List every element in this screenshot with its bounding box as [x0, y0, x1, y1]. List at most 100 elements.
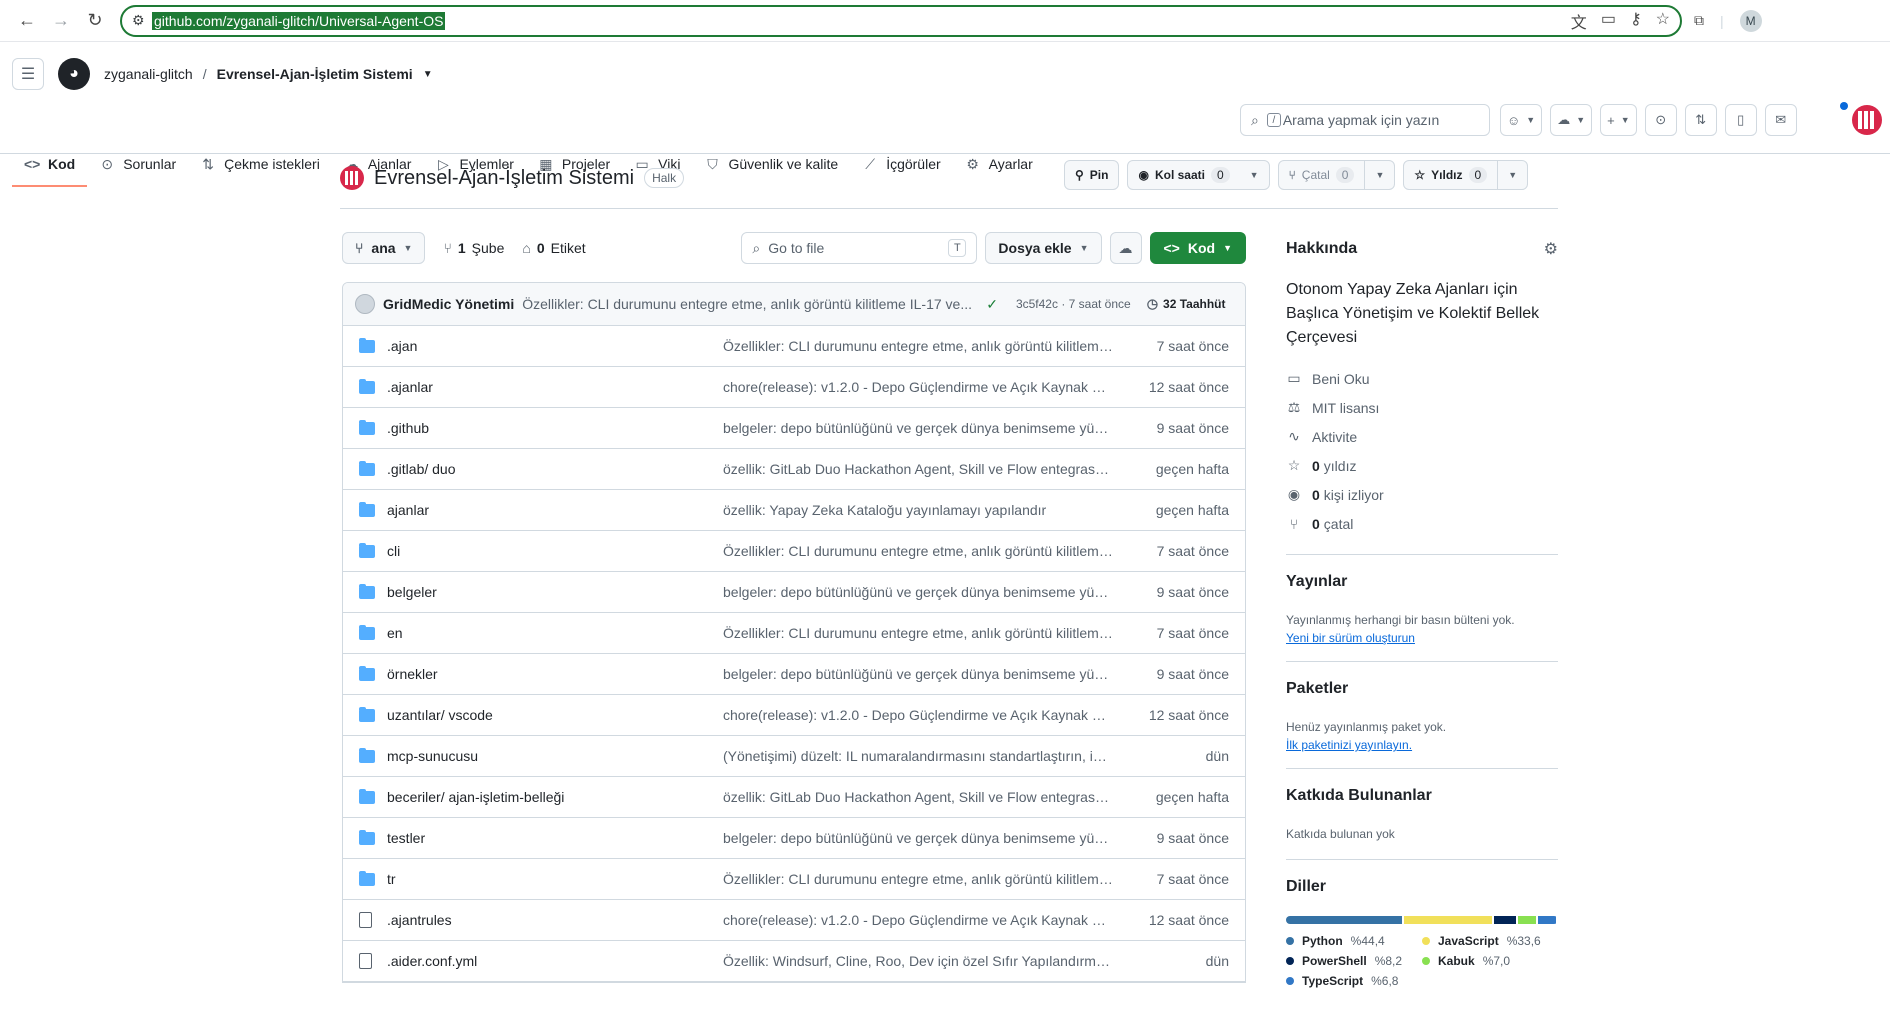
file-row[interactable]: .ajanlar chore(release): v1.2.0 - Depo Gü… [343, 367, 1245, 408]
file-name[interactable]: en [387, 625, 723, 641]
watchers-link[interactable]: ◉ 0 kişi izliyor [1286, 480, 1558, 509]
issues-button[interactable]: ⊙ [1644, 104, 1677, 136]
language-item[interactable]: Kabuk %7,0 [1422, 954, 1558, 968]
owner-link[interactable]: zyganali-glitch [104, 66, 193, 82]
commit-author-avatar[interactable] [355, 294, 375, 314]
chevron-down-icon[interactable]: ▼ [1497, 161, 1527, 189]
file-name[interactable]: .gitlab/ duo [387, 461, 723, 477]
publish-package-link[interactable]: İlk paketinizi yayınlayın. [1286, 738, 1412, 752]
code-button[interactable]: <> Kod ▼ [1149, 232, 1246, 264]
gear-icon[interactable]: ⚙ [1544, 239, 1558, 259]
repo-link[interactable]: Evrensel-Ajan-İşletim Sistemi [217, 66, 413, 82]
translate-icon[interactable]: 文 [1571, 9, 1587, 33]
file-commit-message[interactable]: Özellikler: CLI durumunu entegre etme, a… [723, 871, 1113, 887]
branches-link[interactable]: ⑂ 1 Şube [443, 240, 504, 256]
profile-avatar[interactable]: M [1739, 9, 1762, 32]
file-commit-message[interactable]: belgeler: depo bütünlüğünü ve gerçek dün… [723, 584, 1113, 600]
file-commit-message[interactable]: Özellikler: CLI durumunu entegre etme, a… [723, 338, 1113, 354]
file-commit-message[interactable]: Özellik: Windsurf, Cline, Roo, Dev için … [723, 953, 1113, 969]
chevron-down-icon[interactable]: ▼ [1240, 161, 1269, 189]
pull-requests-button[interactable]: ⇅ [1684, 104, 1717, 136]
file-row[interactable]: .ajan Özellikler: CLI durumunu entegre et… [343, 326, 1245, 367]
stars-link[interactable]: ☆ 0 yıldız [1286, 451, 1558, 480]
file-row[interactable]: cli Özellikler: CLI durumunu entegre etme… [343, 531, 1245, 572]
file-name[interactable]: .ajan [387, 338, 723, 354]
file-row[interactable]: tr Özellikler: CLI durumunu entegre etme,… [343, 859, 1245, 900]
file-commit-message[interactable]: chore(release): v1.2.0 - Depo Güçlendirm… [723, 912, 1113, 928]
file-row[interactable]: .gitlab/ duo özellik: GitLab Duo Hackatho… [343, 449, 1245, 490]
check-icon[interactable]: ✓ [986, 296, 998, 313]
codespaces-button[interactable]: ☁ ▼ [1550, 104, 1593, 136]
user-avatar[interactable] [1852, 105, 1882, 135]
file-row[interactable]: mcp-sunucusu (Yönetişimi) düzelt: IL numa… [343, 736, 1245, 777]
file-row[interactable]: ajanlar özellik: Yapay Zeka Kataloğu yayı… [343, 490, 1245, 531]
cast-icon[interactable]: ▭ [1601, 9, 1616, 33]
file-name[interactable]: uzantılar/ vscode [387, 707, 723, 723]
file-name[interactable]: örnekler [387, 666, 723, 682]
url-text[interactable]: github.com/zyganali-glitch/Universal-Age… [152, 11, 446, 30]
inbox-button[interactable]: ✉ [1764, 104, 1797, 136]
file-commit-message[interactable]: chore(release): v1.2.0 - Depo Güçlendirm… [723, 707, 1113, 723]
watch-button[interactable]: ◉ Kol saati 0 ▼ [1127, 160, 1270, 190]
file-row[interactable]: .ajantrules chore(release): v1.2.0 - Depo… [343, 900, 1245, 941]
search-input[interactable]: ⌕ / Arama yapmak için yazın [1240, 104, 1490, 136]
file-commit-message[interactable]: özellik: GitLab Duo Hackathon Agent, Ski… [723, 461, 1113, 477]
go-to-file-input[interactable]: ⌕ Go to file T [741, 232, 978, 264]
fork-button[interactable]: ⑂ Çatal 0 ▼ [1277, 160, 1396, 190]
file-row[interactable]: testler belgeler: depo bütünlüğünü ve ger… [343, 818, 1245, 859]
language-item[interactable]: PowerShell %8,2 [1286, 954, 1422, 968]
file-commit-message[interactable]: chore(release): v1.2.0 - Depo Güçlendirm… [723, 379, 1113, 395]
create-release-link[interactable]: Yeni bir sürüm oluşturun [1286, 631, 1415, 645]
language-item[interactable]: TypeScript %6,8 [1286, 974, 1422, 988]
codespace-cloud-icon[interactable]: ☁ [1109, 232, 1142, 264]
file-name[interactable]: .aider.conf.yml [387, 953, 723, 969]
add-file-button[interactable]: Dosya ekle ▼ [985, 232, 1102, 264]
file-name[interactable]: belgeler [387, 584, 723, 600]
file-commit-message[interactable]: özellik: Yapay Zeka Kataloğu yayınlamayı… [723, 502, 1113, 518]
file-name[interactable]: mcp-sunucusu [387, 748, 723, 764]
file-name[interactable]: testler [387, 830, 723, 846]
language-item[interactable]: Python %44,4 [1286, 934, 1422, 948]
commit-author[interactable]: GridMedic Yönetimi [383, 296, 514, 312]
github-logo-icon[interactable]: ◕ [58, 58, 90, 90]
file-commit-message[interactable]: belgeler: depo bütünlüğünü ve gerçek dün… [723, 830, 1113, 846]
site-info-icon[interactable]: ⚙ [132, 12, 152, 29]
file-name[interactable]: .github [387, 420, 723, 436]
file-row[interactable]: beceriler/ ajan-işletim-belleği özellik: … [343, 777, 1245, 818]
tags-link[interactable]: ⌂ 0 Etiket [522, 240, 585, 256]
repo-switch-chevron-icon[interactable]: ▼ [423, 69, 433, 80]
packages-heading[interactable]: Paketler [1286, 680, 1558, 704]
file-row[interactable]: .aider.conf.yml Özellik: Windsurf, Cline,… [343, 941, 1245, 982]
forward-icon[interactable]: → [44, 4, 78, 38]
key-icon[interactable]: ⚷ [1630, 9, 1642, 33]
contributors-heading[interactable]: Katkıda Bulunanlar [1286, 787, 1558, 811]
forks-link[interactable]: ⑂ 0 çatal [1286, 509, 1558, 538]
file-commit-message[interactable]: Özellikler: CLI durumunu entegre etme, a… [723, 625, 1113, 641]
create-new-button[interactable]: + ▼ [1600, 104, 1637, 136]
file-name[interactable]: .ajantrules [387, 912, 723, 928]
repositories-button[interactable]: ▯ [1724, 104, 1757, 136]
language-item[interactable]: JavaScript %33,6 [1422, 934, 1558, 948]
commit-message[interactable]: Özellikler: CLI durumunu entegre etme, a… [522, 296, 972, 312]
readme-link[interactable]: ▭ Beni Oku [1286, 364, 1558, 393]
copilot-button[interactable]: ☺ ▼ [1500, 104, 1543, 136]
menu-icon[interactable]: ☰ [12, 58, 44, 90]
chevron-down-icon[interactable]: ▼ [1364, 161, 1394, 189]
file-commit-message[interactable]: belgeler: depo bütünlüğünü ve gerçek dün… [723, 666, 1113, 682]
license-link[interactable]: ⚖ MIT lisansı [1286, 393, 1558, 422]
file-name[interactable]: ajanlar [387, 502, 723, 518]
file-commit-message[interactable]: özellik: GitLab Duo Hackathon Agent, Ski… [723, 789, 1113, 805]
file-name[interactable]: cli [387, 543, 723, 559]
file-row[interactable]: uzantılar/ vscode chore(release): v1.2.0 … [343, 695, 1245, 736]
address-bar[interactable]: ⚙ github.com/zyganali-glitch/Universal-A… [120, 4, 1682, 37]
file-commit-message[interactable]: Özellikler: CLI durumunu entegre etme, a… [723, 543, 1113, 559]
commit-sha-time[interactable]: 3c5f42c · 7 saat önce [1016, 297, 1131, 311]
pin-button[interactable]: ⚲ Pin [1064, 160, 1120, 190]
file-row[interactable]: en Özellikler: CLI durumunu entegre etme,… [343, 613, 1245, 654]
file-name[interactable]: tr [387, 871, 723, 887]
repo-name[interactable]: Evrensel-Ajan-İşletim Sistemi [374, 167, 634, 190]
file-name[interactable]: .ajanlar [387, 379, 723, 395]
file-commit-message[interactable]: (Yönetişimi) düzelt: IL numaralandırması… [723, 748, 1113, 764]
reload-icon[interactable]: ↻ [78, 4, 112, 38]
file-row[interactable]: örnekler belgeler: depo bütünlüğünü ve ge… [343, 654, 1245, 695]
